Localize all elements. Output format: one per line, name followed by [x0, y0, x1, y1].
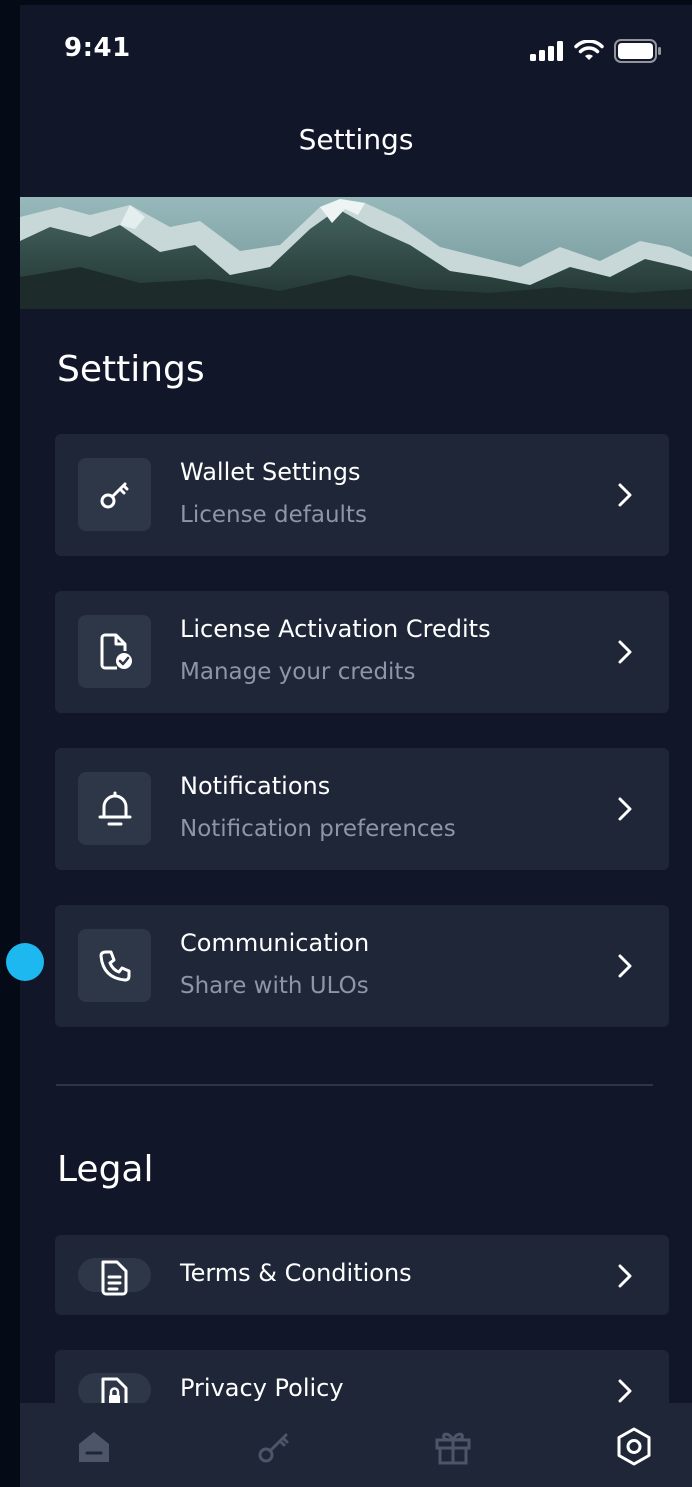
icon-container — [78, 1258, 151, 1296]
bell-icon — [98, 791, 131, 825]
chevron-right-icon — [618, 483, 632, 507]
document-icon — [101, 1260, 127, 1296]
chevron-right-icon — [618, 797, 632, 821]
mountain-banner-image — [20, 197, 692, 309]
tab-rewards[interactable] — [431, 1425, 475, 1469]
gift-icon — [435, 1432, 471, 1465]
status-time: 9:41 — [64, 33, 131, 63]
page-title: Settings — [298, 123, 414, 156]
wallet-settings-item[interactable]: Wallet Settings License defaults — [55, 434, 669, 556]
icon-container — [78, 1373, 151, 1413]
item-subtitle: Share with ULOs — [180, 973, 369, 999]
chevron-right-icon — [618, 954, 632, 978]
item-title: Wallet Settings — [180, 458, 361, 486]
tab-settings[interactable] — [612, 1425, 656, 1469]
key-icon — [100, 482, 128, 508]
chevron-right-icon — [618, 640, 632, 664]
settings-section-heading: Settings — [57, 349, 205, 390]
status-icons — [530, 39, 662, 63]
legal-section-heading: Legal — [57, 1149, 154, 1190]
item-title: Communication — [180, 929, 370, 957]
item-subtitle: Notification preferences — [180, 816, 456, 842]
tab-home[interactable] — [72, 1425, 116, 1469]
tab-licenses[interactable] — [252, 1425, 296, 1469]
status-bar: 9:41 — [20, 5, 692, 95]
settings-hex-icon — [617, 1427, 651, 1466]
item-subtitle: Manage your credits — [180, 659, 416, 685]
icon-container — [78, 615, 151, 688]
item-title: License Activation Credits — [180, 615, 491, 643]
icon-container — [78, 929, 151, 1002]
bottom-tab-bar — [20, 1403, 692, 1487]
phone-screen: 9:41 Settings Settings Wallet Settings L… — [20, 5, 692, 1487]
floating-indicator-dot[interactable] — [6, 943, 44, 981]
home-icon — [79, 1432, 109, 1462]
license-activation-credits-item[interactable]: License Activation Credits Manage your c… — [55, 591, 669, 713]
chevron-right-icon — [618, 1264, 632, 1288]
item-title: Privacy Policy — [180, 1374, 344, 1402]
notifications-item[interactable]: Notifications Notification preferences — [55, 748, 669, 870]
chevron-right-icon — [618, 1379, 632, 1403]
phone-icon — [99, 950, 130, 981]
terms-conditions-item[interactable]: Terms & Conditions — [55, 1235, 669, 1315]
document-check-icon — [100, 633, 132, 669]
key-icon — [258, 1433, 289, 1463]
communication-item[interactable]: Communication Share with ULOs — [55, 905, 669, 1027]
signal-icon — [530, 41, 563, 61]
section-divider — [56, 1084, 653, 1086]
item-subtitle: License defaults — [180, 502, 367, 528]
icon-container — [78, 772, 151, 845]
wifi-icon — [574, 40, 604, 60]
item-title: Terms & Conditions — [180, 1259, 412, 1287]
icon-container — [78, 458, 151, 531]
item-title: Notifications — [180, 772, 331, 800]
battery-icon — [614, 39, 661, 63]
